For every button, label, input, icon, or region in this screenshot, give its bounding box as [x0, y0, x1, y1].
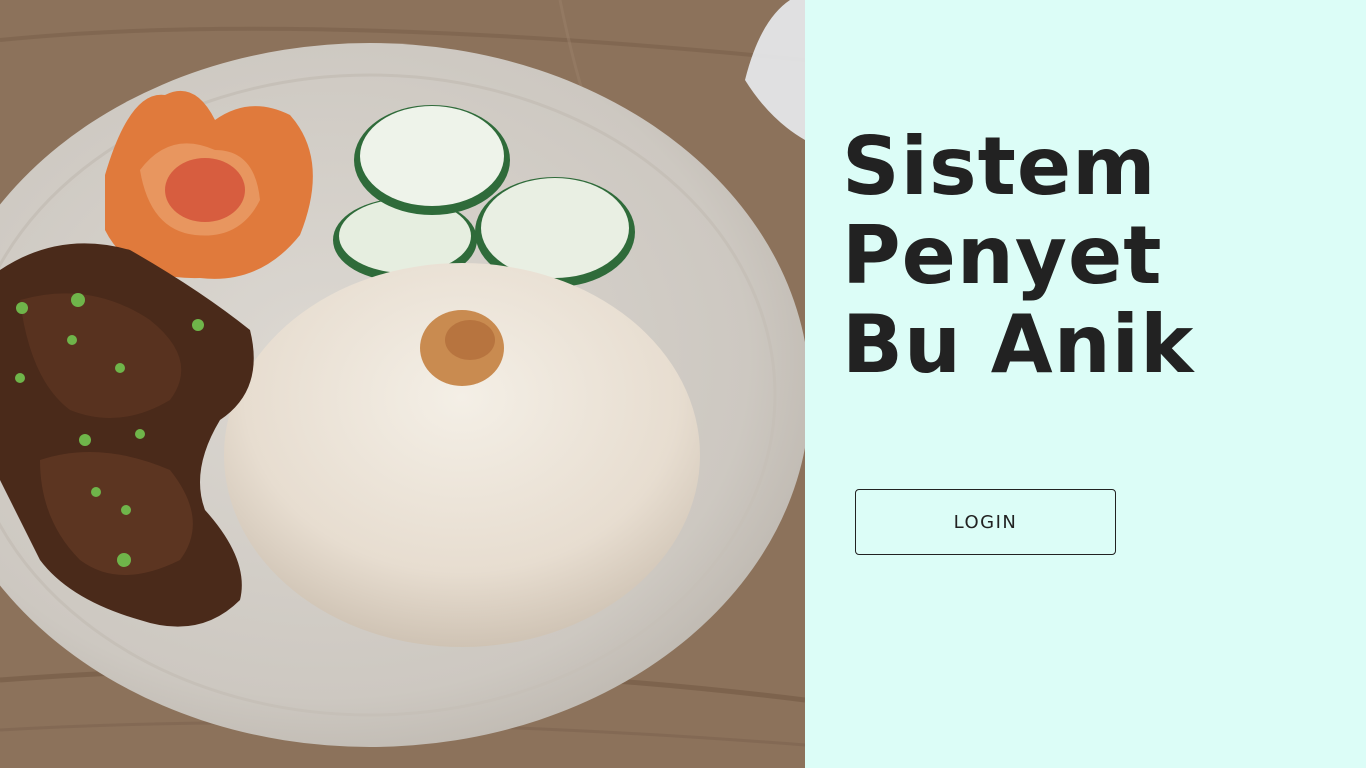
- app-title-line-2: Penyet: [842, 209, 1163, 302]
- app-title-line-1: Sistem: [842, 120, 1157, 213]
- login-panel: Sistem Penyet Bu Anik LOGIN: [805, 0, 1366, 768]
- login-page: Sistem Penyet Bu Anik LOGIN: [0, 0, 1366, 768]
- login-button[interactable]: LOGIN: [855, 489, 1116, 555]
- food-photo: [0, 0, 805, 768]
- app-title: Sistem Penyet Bu Anik: [842, 122, 1194, 389]
- app-title-line-3: Bu Anik: [842, 298, 1195, 391]
